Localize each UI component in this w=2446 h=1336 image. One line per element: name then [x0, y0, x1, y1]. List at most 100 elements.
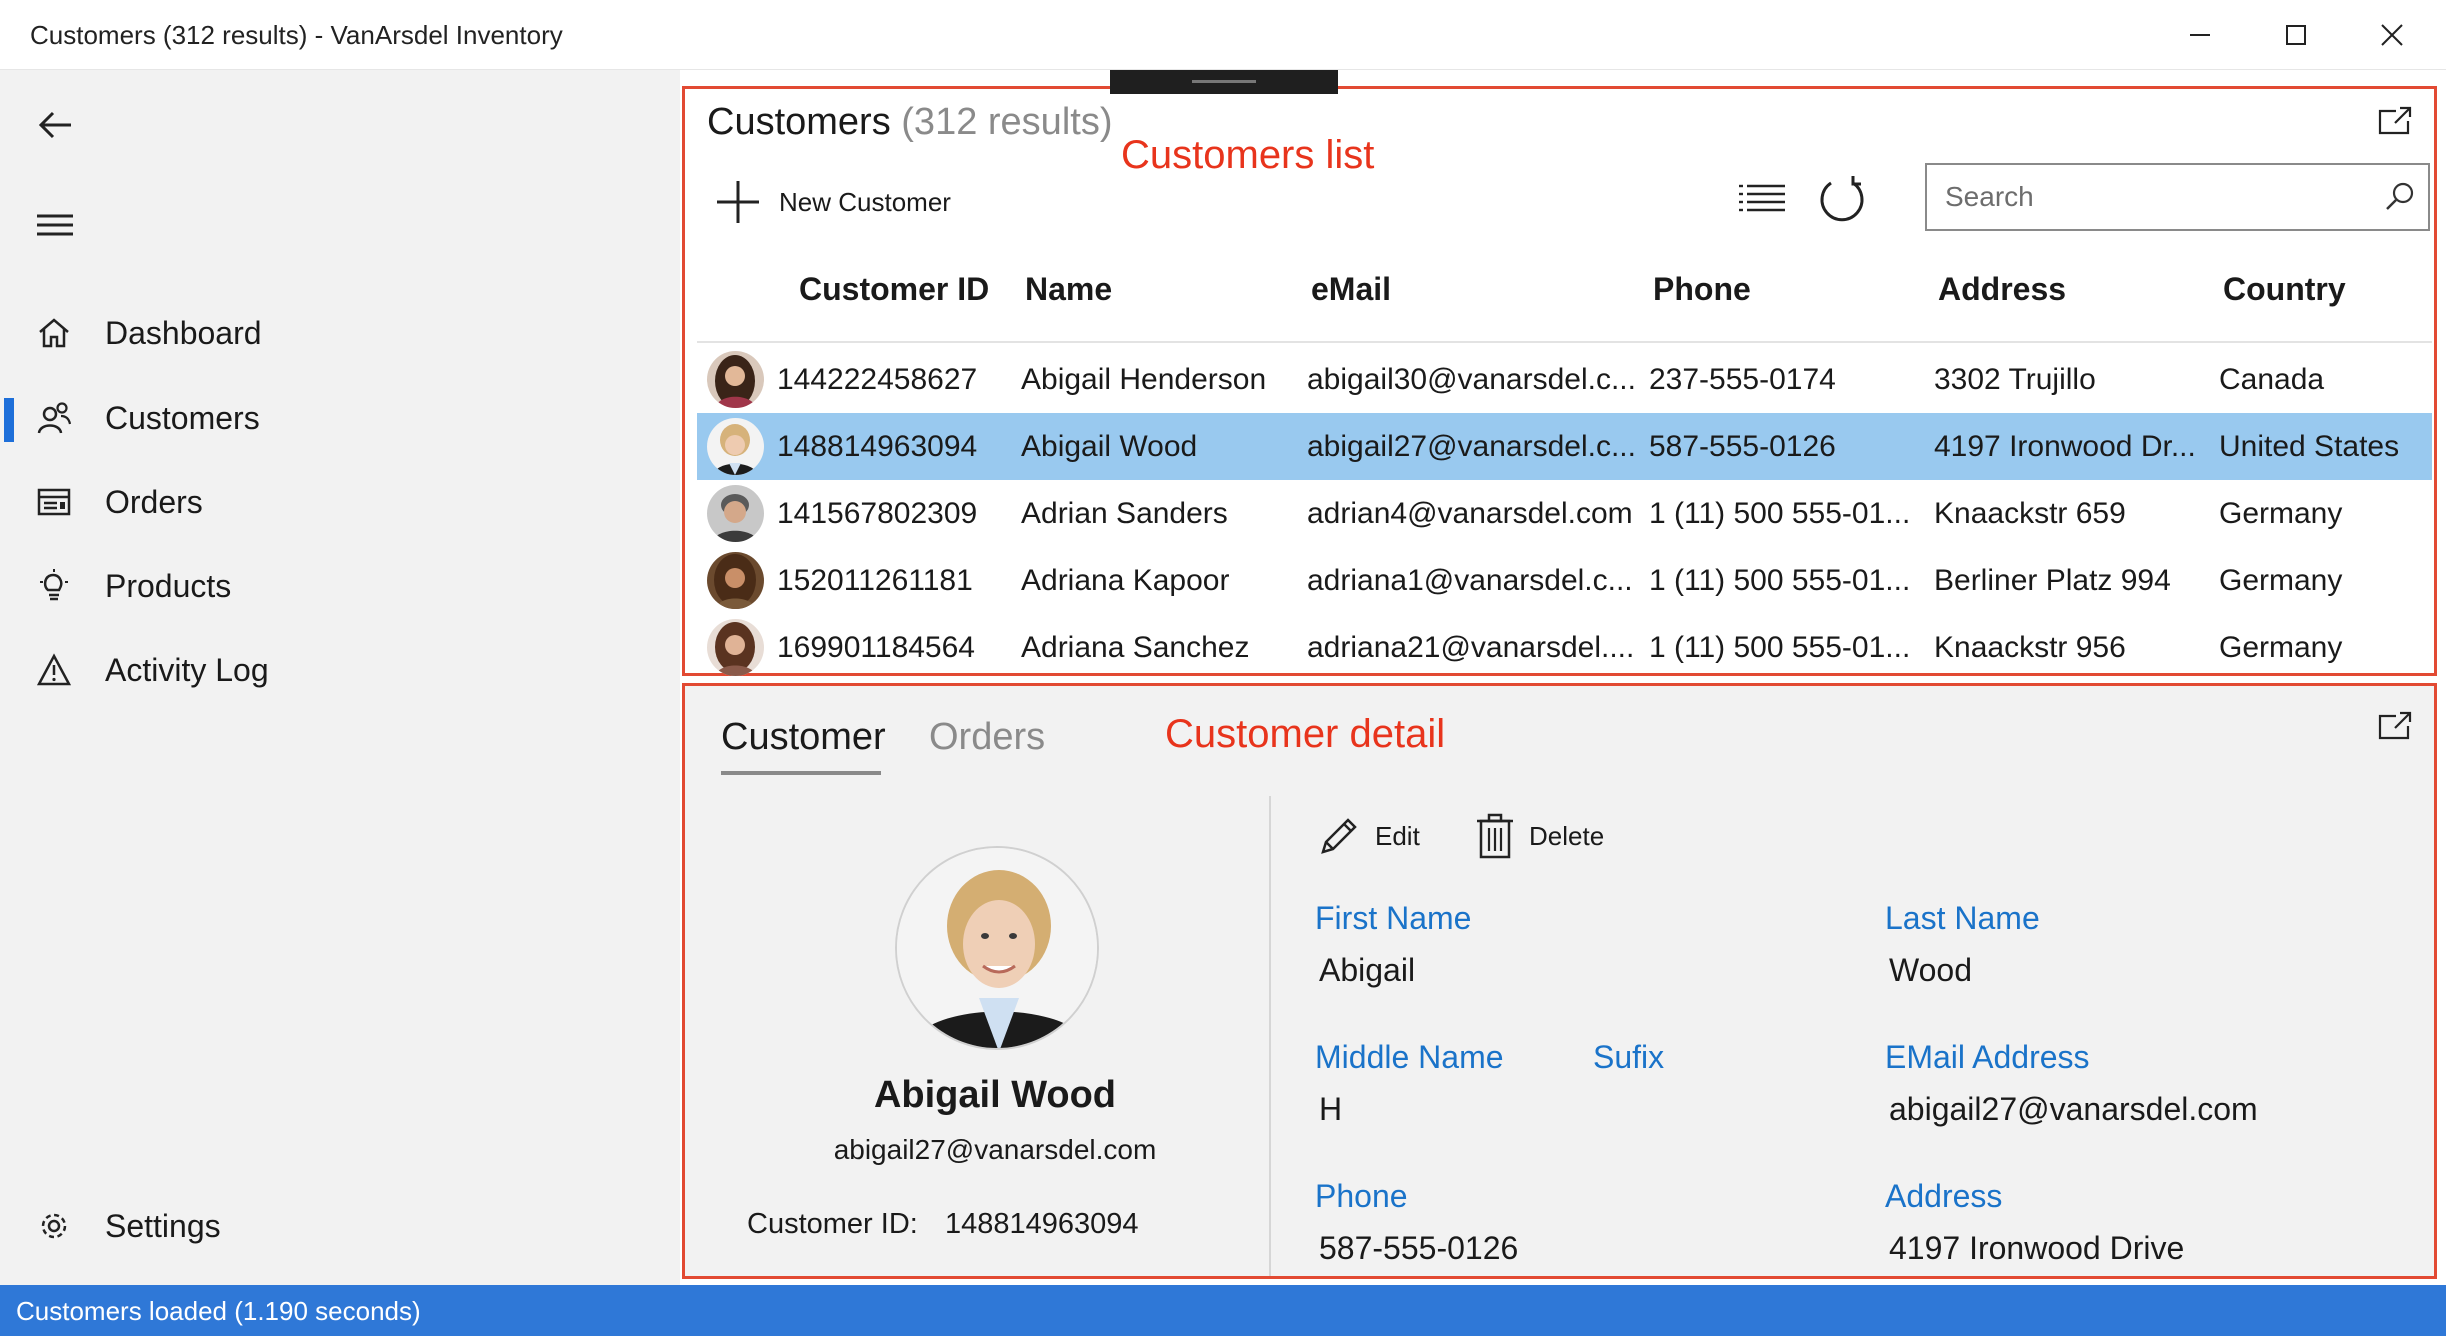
refresh-button[interactable] — [1812, 169, 1872, 229]
last-name-field[interactable]: Wood — [1889, 952, 1972, 989]
customer-detail-annotation: Customer detail — [1165, 712, 1446, 756]
warning-icon — [36, 652, 72, 688]
cell-email: adriana21@vanarsdel.... — [1307, 631, 1635, 664]
delete-label: Delete — [1529, 820, 1605, 851]
column-header-customer-id[interactable]: Customer ID — [799, 271, 989, 308]
cell-customer-id: 152011261181 — [777, 564, 973, 597]
first-name-field[interactable]: Abigail — [1319, 952, 1415, 989]
nav-item-label: Products — [105, 567, 232, 604]
cell-address: Berliner Platz 994 — [1934, 564, 2171, 597]
edit-label: Edit — [1375, 820, 1420, 851]
minimize-button[interactable] — [2152, 0, 2248, 70]
maximize-button[interactable] — [2248, 0, 2344, 70]
minimize-icon — [2190, 34, 2210, 36]
new-customer-label: New Customer — [779, 186, 951, 217]
close-button[interactable] — [2344, 0, 2440, 70]
customer-name: Abigail Wood — [873, 1074, 1117, 1116]
cell-phone: 587-555-0126 — [1649, 430, 1836, 463]
header-divider — [697, 341, 2432, 343]
email-address-label: EMail Address — [1885, 1039, 2090, 1075]
hamburger-icon — [37, 214, 73, 236]
column-header-country[interactable]: Country — [2223, 271, 2346, 308]
nav-item-dashboard[interactable]: Dashboard — [0, 293, 680, 373]
table-row-selected[interactable]: 148814963094 Abigail Wood abigail27@vana… — [697, 413, 2432, 480]
cell-customer-id: 141567802309 — [777, 497, 978, 530]
nav-item-label: Settings — [105, 1207, 221, 1244]
customer-id-value: 148814963094 — [945, 1208, 1139, 1240]
active-tab-underline — [721, 771, 881, 775]
cell-phone: 1 (11) 500 555-01... — [1649, 564, 1911, 597]
orders-icon — [36, 484, 72, 520]
avatar — [707, 351, 764, 408]
nav-item-activity-log[interactable]: Activity Log — [0, 630, 680, 710]
cell-phone: 237-555-0174 — [1649, 363, 1836, 396]
table-row[interactable]: 144222458627 Abigail Henderson abigail30… — [697, 346, 2432, 413]
cell-country: Germany — [2219, 631, 2343, 664]
suffix-label: Sufix — [1593, 1039, 1665, 1075]
back-button[interactable] — [30, 100, 80, 150]
middle-name-field[interactable]: H — [1319, 1091, 1342, 1128]
plus-icon — [717, 181, 759, 223]
search-box[interactable] — [1925, 163, 2430, 231]
cell-name: Adriana Sanchez — [1021, 631, 1250, 664]
list-view-button[interactable] — [1732, 169, 1792, 229]
column-header-email[interactable]: eMail — [1311, 271, 1391, 308]
cell-address: 3302 Trujillo — [1934, 363, 2096, 396]
search-icon[interactable] — [2384, 181, 2416, 213]
cell-name: Abigail Henderson — [1021, 363, 1267, 396]
navigation-sidebar: Dashboard Customers Orders Products Acti… — [0, 70, 680, 1285]
nav-item-label: Orders — [105, 483, 203, 520]
delete-button[interactable]: Delete — [1475, 806, 1604, 866]
list-title: Customers (312 results) — [707, 101, 1112, 144]
nav-item-customers[interactable]: Customers — [0, 378, 680, 458]
nav-item-label: Dashboard — [105, 314, 262, 351]
status-bar: Customers loaded (1.190 seconds) — [0, 1285, 2446, 1336]
popout-button[interactable] — [2375, 101, 2415, 141]
cell-email: abigail27@vanarsdel.c... — [1307, 430, 1636, 463]
status-text: Customers loaded (1.190 seconds) — [16, 1296, 421, 1326]
address-label: Address — [1885, 1178, 2003, 1214]
edit-button[interactable]: Edit — [1317, 806, 1420, 866]
email-address-field[interactable]: abigail27@vanarsdel.com — [1889, 1091, 2258, 1128]
new-customer-button[interactable]: New Customer — [715, 175, 951, 229]
avatar — [707, 485, 764, 542]
nav-item-products[interactable]: Products — [0, 546, 680, 626]
first-name-label: First Name — [1315, 900, 1472, 936]
middle-name-label: Middle Name — [1315, 1039, 1504, 1075]
table-row[interactable]: 141567802309 Adrian Sanders adrian4@vana… — [697, 480, 2432, 547]
customers-list-annotation: Customers list — [1121, 133, 1375, 177]
back-arrow-icon — [38, 111, 71, 139]
splitter-handle[interactable] — [1110, 70, 1338, 94]
menu-toggle-button[interactable] — [30, 200, 80, 250]
phone-label: Phone — [1315, 1178, 1408, 1214]
popout-button[interactable] — [2375, 706, 2415, 746]
avatar — [707, 619, 764, 676]
nav-item-settings[interactable]: Settings — [0, 1186, 680, 1266]
result-count: (312 results) — [901, 101, 1113, 143]
lightbulb-icon — [36, 568, 72, 604]
tab-orders[interactable]: Orders — [929, 716, 1045, 759]
phone-field[interactable]: 587-555-0126 — [1319, 1230, 1518, 1267]
table-row[interactable]: 169901184564 Adriana Sanchez adriana21@v… — [697, 614, 2432, 681]
column-header-name[interactable]: Name — [1025, 271, 1112, 308]
column-header-phone[interactable]: Phone — [1653, 271, 1751, 308]
window-title: Customers (312 results) - VanArsdel Inve… — [30, 20, 563, 50]
search-input[interactable] — [1927, 165, 2357, 229]
tab-customer[interactable]: Customer — [721, 716, 886, 759]
address-field[interactable]: 4197 Ironwood Drive — [1889, 1230, 2184, 1267]
cell-country: Germany — [2219, 564, 2343, 597]
cell-email: adrian4@vanarsdel.com — [1307, 497, 1633, 530]
pencil-icon — [1321, 818, 1357, 854]
vertical-divider — [1269, 796, 1271, 1276]
cell-country: Canada — [2219, 363, 2325, 396]
column-header-address[interactable]: Address — [1938, 271, 2066, 308]
nav-item-orders[interactable]: Orders — [0, 462, 680, 542]
cell-name: Adriana Kapoor — [1021, 564, 1230, 597]
title-bar: Customers (312 results) - VanArsdel Inve… — [0, 0, 2446, 70]
table-row[interactable]: 152011261181 Adriana Kapoor adriana1@van… — [697, 547, 2432, 614]
cell-address: Knaackstr 956 — [1934, 631, 2126, 664]
people-icon — [36, 400, 72, 436]
cell-email: adriana1@vanarsdel.c... — [1307, 564, 1633, 597]
cell-email: abigail30@vanarsdel.c... — [1307, 363, 1636, 396]
list-view-icon — [1739, 184, 1785, 212]
